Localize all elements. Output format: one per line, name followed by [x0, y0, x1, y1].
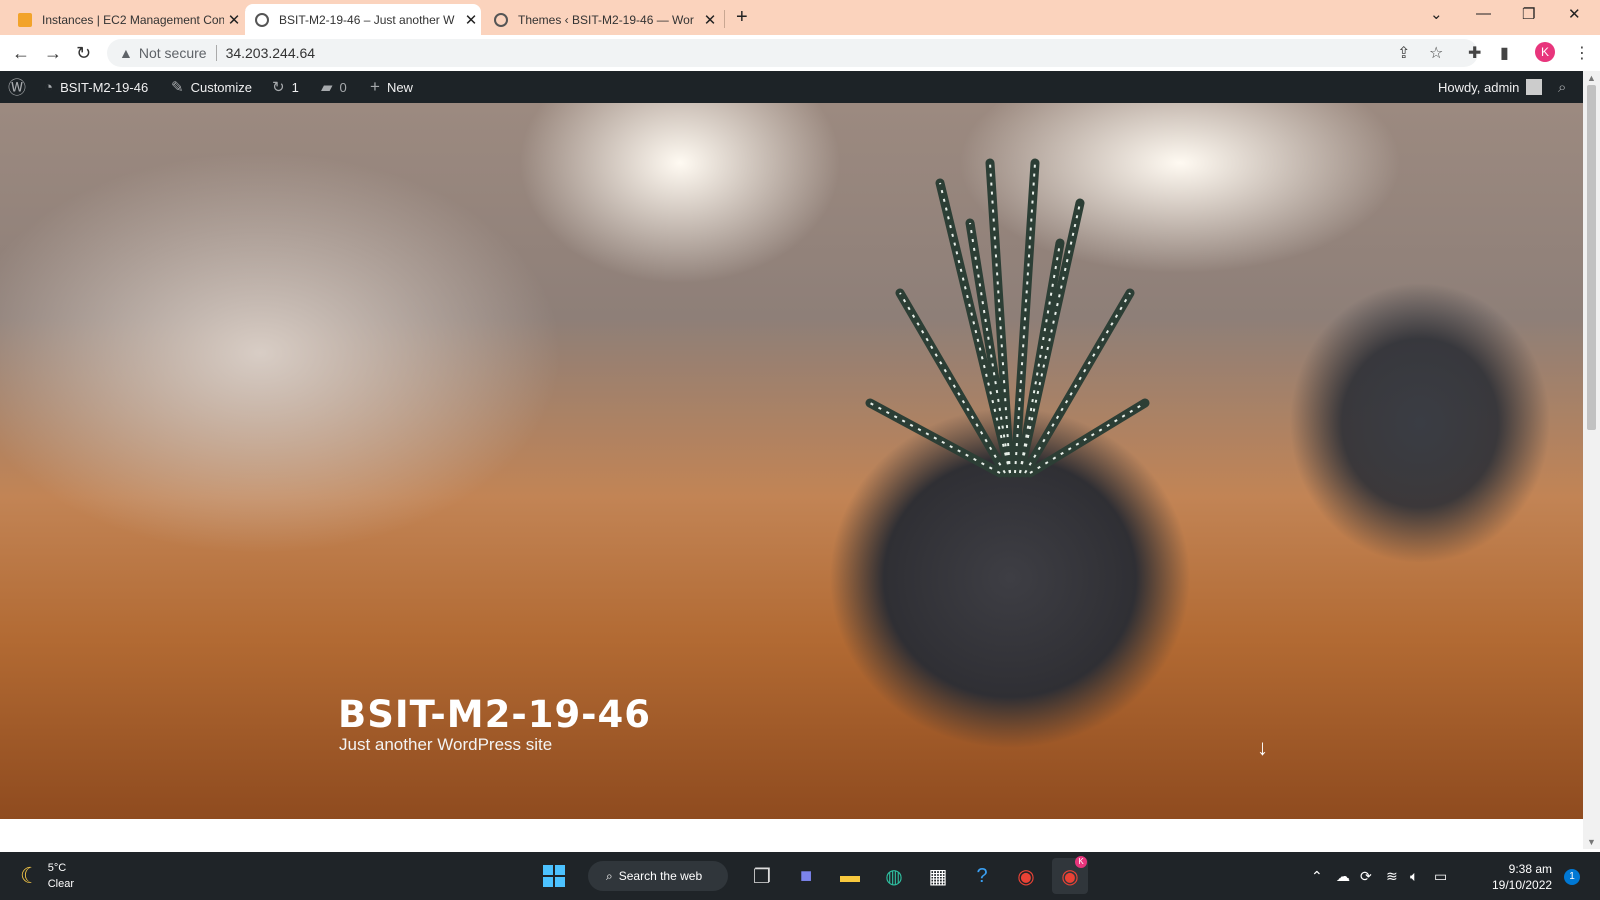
security-label[interactable]: Not secure — [139, 45, 207, 61]
globe-icon — [494, 12, 508, 27]
wp-site-name: BSIT-M2-19-46 — [60, 79, 149, 95]
onedrive-icon[interactable]: ☁ — [1336, 852, 1350, 900]
scroll-down-arrow-icon[interactable]: ↓ — [1257, 735, 1268, 761]
plus-icon: + — [370, 77, 380, 96]
menu-icon[interactable]: ⋮ — [1574, 43, 1590, 63]
dashboard-icon: ◔ — [44, 78, 54, 96]
taskbar-search[interactable]: ⌕ Search the web — [588, 861, 728, 891]
edge-icon[interactable]: ◍ — [876, 858, 912, 894]
updates-count: 1 — [291, 79, 299, 95]
comments-count: 0 — [339, 79, 347, 95]
wp-updates-link[interactable]: ↻ 1 — [272, 71, 299, 103]
address-divider — [215, 45, 217, 61]
scroll-up-icon[interactable]: ▲ — [1587, 73, 1596, 83]
weather-condition: Clear — [47, 878, 75, 890]
tab-themes[interactable]: Themes ‹ BSIT-M2-19-46 — Wor ✕ — [484, 4, 720, 35]
reload-icon[interactable]: ↻ — [76, 43, 91, 64]
side-panel-icon[interactable]: ▮ — [1500, 43, 1509, 63]
tab-title: Themes ‹ BSIT-M2-19-46 — Wor — [518, 12, 694, 27]
page-scrollbar[interactable]: ▲ ▼ — [1583, 71, 1600, 849]
clock-time: 9:38 am — [1508, 862, 1552, 876]
address-bar[interactable]: ▲ Not secure 34.203.244.64 — [107, 39, 1478, 67]
chrome-profile-icon[interactable]: ◉ K — [1052, 856, 1088, 894]
wp-comments-link[interactable]: ▰ 0 — [321, 71, 347, 103]
help-icon[interactable]: ? — [964, 858, 1000, 894]
tab-divider — [724, 10, 725, 28]
file-explorer-icon[interactable]: ▬ — [832, 858, 868, 894]
url-text[interactable]: 34.203.244.64 — [226, 45, 316, 61]
site-title[interactable]: BSIT-M2-19-46 — [338, 693, 651, 736]
close-icon[interactable]: ✕ — [224, 11, 244, 29]
search-icon: ⌕ — [606, 868, 613, 883]
aws-icon — [18, 12, 32, 27]
brush-icon: ✎ — [171, 79, 184, 96]
tab-title: Instances | EC2 Management Con — [42, 12, 224, 27]
wp-logo-menu[interactable]: Ⓦ — [8, 71, 33, 103]
wp-search-button[interactable]: ⌕ — [1558, 71, 1573, 103]
warning-icon[interactable]: ▲ — [119, 45, 133, 61]
microsoft-store-icon[interactable]: ▦ — [920, 858, 956, 894]
customize-label: Customize — [190, 79, 252, 95]
start-button[interactable] — [536, 858, 572, 894]
close-icon[interactable]: ✕ — [700, 11, 720, 29]
wp-site-menu[interactable]: ◔ BSIT-M2-19-46 — [44, 71, 148, 103]
tab-ec2-instances[interactable]: Instances | EC2 Management Con ✕ — [8, 4, 244, 35]
new-tab-button[interactable]: + — [736, 6, 748, 29]
windows-taskbar: ☾ 5°C Clear ⌕ Search the web ❐ ■ ▬ ◍ ▦ ?… — [0, 852, 1600, 900]
updates-icon: ↻ — [272, 79, 285, 96]
hero-header-image: BSIT-M2-19-46 Just another WordPress sit… — [0, 103, 1583, 819]
wp-admin-bar: Ⓦ ◔ BSIT-M2-19-46 ✎ Customize ↻ 1 ▰ 0 + … — [0, 71, 1583, 103]
chrome-profile-badge: K — [1075, 856, 1087, 868]
profile-avatar[interactable]: K — [1535, 42, 1555, 62]
site-tagline: Just another WordPress site — [339, 735, 553, 754]
succulent-plant-image — [865, 158, 1150, 478]
temperature: 5°C — [47, 862, 67, 874]
restore-icon[interactable]: ❐ — [1522, 5, 1535, 23]
globe-icon — [255, 12, 269, 27]
wifi-icon[interactable]: ≋ — [1386, 852, 1398, 900]
sync-icon[interactable]: ⟳ — [1360, 852, 1372, 900]
battery-icon[interactable]: ▭ — [1434, 852, 1447, 900]
close-window-icon[interactable]: ✕ — [1568, 5, 1581, 23]
tab-site-home[interactable]: BSIT-M2-19-46 – Just another W ✕ — [245, 4, 481, 35]
search-label: Search the web — [618, 869, 703, 883]
wp-account-menu[interactable]: Howdy, admin — [1438, 71, 1543, 103]
search-icon: ⌕ — [1558, 78, 1567, 96]
chrome-icon[interactable]: ◉ — [1008, 858, 1044, 894]
forward-icon[interactable]: → — [44, 43, 62, 64]
wp-new-content-menu[interactable]: + New — [370, 71, 413, 103]
wordpress-icon: Ⓦ — [8, 78, 26, 98]
scroll-down-icon[interactable]: ▼ — [1587, 837, 1596, 847]
task-view-icon[interactable]: ❐ — [744, 858, 780, 894]
tab-title: BSIT-M2-19-46 – Just another W — [279, 12, 455, 27]
close-icon[interactable]: ✕ — [461, 11, 481, 29]
notification-badge[interactable]: 1 — [1564, 869, 1580, 885]
taskbar-pinned-apps: ⌕ Search the web ❐ ■ ▬ ◍ ▦ ? ◉ ◉ K — [532, 856, 1092, 894]
wp-customize-link[interactable]: ✎ Customize — [171, 71, 252, 103]
back-icon[interactable]: ← — [12, 43, 30, 64]
new-label: New — [386, 79, 413, 95]
teams-chat-icon[interactable]: ■ — [788, 858, 824, 894]
minimize-icon[interactable]: — — [1476, 5, 1491, 22]
bookmark-star-icon[interactable]: ☆ — [1429, 43, 1443, 63]
comment-icon: ▰ — [321, 79, 333, 96]
share-icon[interactable]: ⇪ — [1397, 43, 1410, 63]
system-clock[interactable]: 9:38 am 19/10/2022 — [1492, 861, 1552, 893]
weather-widget[interactable]: ☾ 5°C Clear — [20, 860, 74, 892]
user-avatar — [1526, 79, 1543, 95]
browser-toolbar: ← → ↻ ▲ Not secure 34.203.244.64 ⇪ ☆ ✚ ▮… — [0, 35, 1600, 71]
browser-tab-strip: Instances | EC2 Management Con ✕ BSIT-M2… — [0, 0, 1600, 35]
windows-icon — [543, 865, 565, 887]
tray-overflow-icon[interactable]: ⌃ — [1311, 852, 1323, 900]
moon-icon: ☾ — [20, 863, 40, 888]
clock-date: 19/10/2022 — [1492, 878, 1553, 892]
extensions-icon[interactable]: ✚ — [1468, 43, 1481, 63]
volume-icon[interactable]: 🔈︎ — [1410, 852, 1418, 900]
tab-search-icon[interactable]: ⌄ — [1430, 5, 1443, 23]
scrollbar-thumb[interactable] — [1587, 85, 1596, 430]
howdy-greeting: Howdy, admin — [1438, 79, 1520, 95]
